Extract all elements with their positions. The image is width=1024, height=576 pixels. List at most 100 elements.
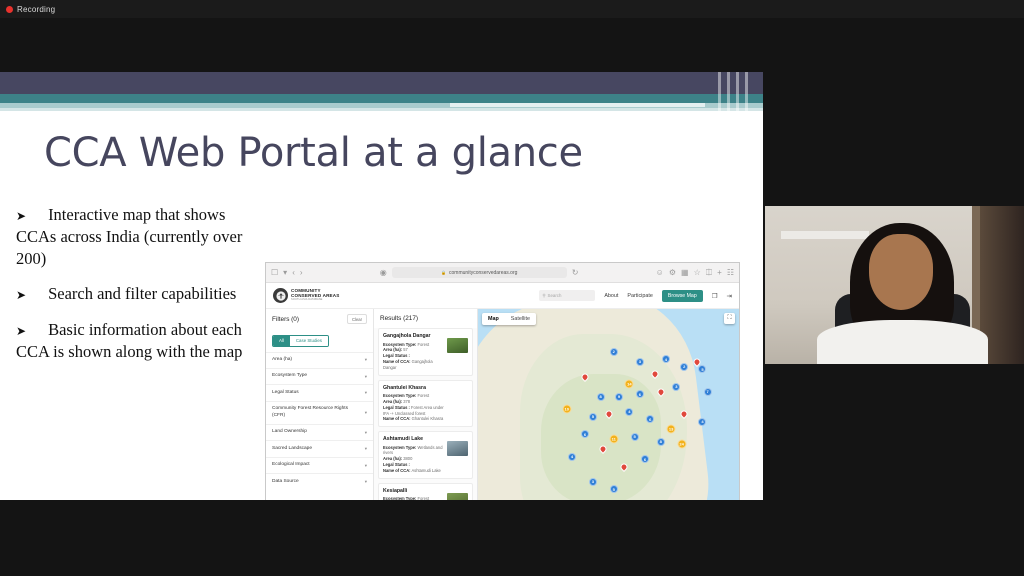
sidebar-icon[interactable]: ☐ xyxy=(271,268,278,277)
address-bar-url: communityconservedareas.org xyxy=(449,269,518,276)
list-item[interactable]: Ghantulei Khasra Ecosystem Type: Forest … xyxy=(378,379,473,428)
clear-filters-button[interactable]: Clear xyxy=(346,314,367,324)
map-type-satellite[interactable]: Satellite xyxy=(505,313,536,325)
value-area: 378 xyxy=(403,398,411,404)
login-icon[interactable]: ⇥ xyxy=(727,292,732,300)
webcam-wall-highlight xyxy=(780,231,869,240)
map-cluster-marker-blue[interactable]: 8 xyxy=(596,392,605,401)
reload-icon[interactable]: ↻ xyxy=(572,268,579,277)
share-icon[interactable]: ⎅ xyxy=(706,268,712,277)
label-name: Name of CCA: xyxy=(383,467,411,473)
page-title: CCA Web Portal at a glance xyxy=(44,130,583,176)
fullscreen-icon[interactable]: ⛶ xyxy=(724,313,735,324)
chevron-down-icon: ▾ xyxy=(364,390,367,396)
map-cluster-marker-yellow[interactable]: 10 xyxy=(562,404,572,414)
map-cluster-marker-yellow[interactable]: 24 xyxy=(677,439,687,449)
map-cluster-marker-blue[interactable]: 4 xyxy=(567,452,576,461)
webcam-video-tile[interactable] xyxy=(765,206,1024,364)
map-cluster-marker-blue[interactable]: 3 xyxy=(588,477,597,486)
map-type-map[interactable]: Map xyxy=(482,313,505,325)
label-ecosystem: Ecosystem Type: xyxy=(383,496,417,500)
back-arrow-icon[interactable]: ‹ xyxy=(292,268,295,277)
banner-stripe-4 xyxy=(745,72,748,111)
map-cluster-marker-blue[interactable]: 6 xyxy=(635,390,644,398)
chevron-down-icon: ▾ xyxy=(364,429,367,435)
tree-logo-icon xyxy=(273,288,288,303)
slide-banner-teal xyxy=(0,94,763,103)
map-cluster-marker-blue[interactable]: 2 xyxy=(680,362,689,371)
new-tab-icon[interactable]: + xyxy=(717,268,722,277)
map-cluster-marker-blue[interactable]: 4 xyxy=(661,355,670,363)
extensions-icon[interactable]: ⚙ xyxy=(669,268,676,277)
forward-arrow-icon[interactable]: › xyxy=(300,268,303,277)
filter-row-ecological-impact[interactable]: Ecological Impact ▾ xyxy=(266,456,373,473)
list-item[interactable]: Kesiapalli Ecosystem Type: Forest Area (… xyxy=(378,482,473,500)
map-cluster-marker-yellow[interactable]: 11 xyxy=(609,434,619,444)
address-bar-wrap: ◉ 🔒 communityconservedareas.org ↻ xyxy=(308,267,651,278)
map-cluster-marker-blue[interactable]: 5 xyxy=(630,432,639,441)
filter-row-data-source[interactable]: Data Source ▾ xyxy=(266,473,373,489)
map-cluster-marker-blue[interactable]: 9 xyxy=(614,392,623,401)
label-name: Name of CCA: xyxy=(383,416,411,422)
list-item[interactable]: Ashtamudi Lake Ecosystem Type: Wetlands … xyxy=(378,431,473,479)
map-cluster-marker-blue[interactable]: 6 xyxy=(581,430,589,438)
nav-item-about[interactable]: About xyxy=(604,293,618,299)
filter-row-area[interactable]: Area (ha) ▾ xyxy=(266,351,373,368)
result-title: Ghantulei Khasra xyxy=(383,384,426,391)
map-cluster-marker-blue[interactable]: 4 xyxy=(698,417,707,426)
filter-row-ecosystem-type[interactable]: Ecosystem Type ▾ xyxy=(266,367,373,384)
results-panel[interactable]: Results (217) Gangajhola Dangar Ecosyste… xyxy=(374,309,478,500)
filter-label: Ecological Impact xyxy=(272,462,310,468)
segment-case-studies[interactable]: Case Studies xyxy=(289,335,329,346)
label-area: Area (ha): xyxy=(383,347,403,353)
chevron-down-icon[interactable]: ▾ xyxy=(283,268,287,277)
browse-map-button[interactable]: Browse Map xyxy=(661,289,703,302)
map-cluster-marker-blue[interactable]: 6 xyxy=(641,455,650,463)
map-cluster-marker-blue[interactable]: 5 xyxy=(588,412,597,421)
map-cluster-marker-blue[interactable]: 5 xyxy=(698,365,707,373)
map-cluster-marker-yellow[interactable]: 13 xyxy=(666,424,676,434)
value-ecosystem: Forest xyxy=(417,496,430,500)
filter-row-legal-status[interactable]: Legal Status ▾ xyxy=(266,384,373,400)
site-logo-text: COMMUNITY CONSERVED AREAS SOUTH ASIA DAT… xyxy=(291,288,339,302)
value-area: 3800 xyxy=(403,456,413,462)
map-cluster-marker-blue[interactable]: 3 xyxy=(635,357,644,366)
map-cluster-marker-blue[interactable]: 6 xyxy=(646,415,655,423)
filter-label: Community Forest Resource Rights (CFR) xyxy=(272,406,348,418)
site-logo[interactable]: COMMUNITY CONSERVED AREAS SOUTH ASIA DAT… xyxy=(273,288,339,303)
filter-row-sacred-landscape[interactable]: Sacred Landscape ▾ xyxy=(266,440,373,456)
map-cluster-marker-yellow[interactable]: 14 xyxy=(624,379,634,389)
slide-banner-pale-2 xyxy=(0,108,763,111)
filter-row-cfr[interactable]: Community Forest Resource Rights (CFR) ▾ xyxy=(266,400,373,424)
chevron-down-icon: ▾ xyxy=(364,446,367,452)
portal-body: Filters (0) Clear All Case Studies Area … xyxy=(266,309,739,500)
logo-line-3: SOUTH ASIA DATABASE xyxy=(291,298,323,302)
map-canvas[interactable]: Map Satellite ⛶ ♟ + − Keyboard shortcuts… xyxy=(478,309,739,500)
reader-icon[interactable]: ◉ xyxy=(380,268,387,277)
chevron-down-icon: ▾ xyxy=(364,357,367,363)
map-cluster-marker-blue[interactable]: 4 xyxy=(625,407,634,416)
shared-screen-slide: CCA Web Portal at a glance ➤ Interactive … xyxy=(0,72,763,500)
copy-icon[interactable]: ❐ xyxy=(712,292,718,300)
search-input[interactable]: ⚲ Search xyxy=(539,290,596,301)
browser-screenshot: ☐ ▾ ‹ › ◉ 🔒 communityconservedareas.org … xyxy=(265,262,740,500)
map-cluster-marker-blue[interactable]: 2 xyxy=(609,347,618,356)
list-item[interactable]: Gangajhola Dangar Ecosystem Type: Forest… xyxy=(378,328,473,376)
smiley-icon[interactable]: ☺ xyxy=(656,268,664,277)
map-cluster-marker-blue[interactable]: 3 xyxy=(672,382,681,391)
filter-row-land-ownership[interactable]: Land Ownership ▾ xyxy=(266,423,373,440)
bullet-arrow-icon: ➤ xyxy=(16,209,27,223)
segment-all[interactable]: All xyxy=(273,335,290,346)
label-area: Area (ha): xyxy=(383,456,403,462)
result-name: Name of CCA: Gangajhola Dangar xyxy=(383,359,468,371)
slide-banner-notch xyxy=(450,103,705,107)
bookmark-icon[interactable]: ☆ xyxy=(694,268,701,277)
site-header: COMMUNITY CONSERVED AREAS SOUTH ASIA DAT… xyxy=(266,283,739,309)
map-cluster-marker-blue[interactable]: 5 xyxy=(609,485,618,493)
address-bar[interactable]: 🔒 communityconservedareas.org xyxy=(391,267,567,278)
map-cluster-marker-blue[interactable]: 8 xyxy=(656,437,665,446)
tabs-overview-icon[interactable]: ▦ xyxy=(681,268,689,277)
map-cluster-marker-blue[interactable]: 7 xyxy=(703,387,712,396)
tab-group-icon[interactable]: ☷ xyxy=(727,268,734,277)
nav-item-participate[interactable]: Participate xyxy=(627,293,652,299)
